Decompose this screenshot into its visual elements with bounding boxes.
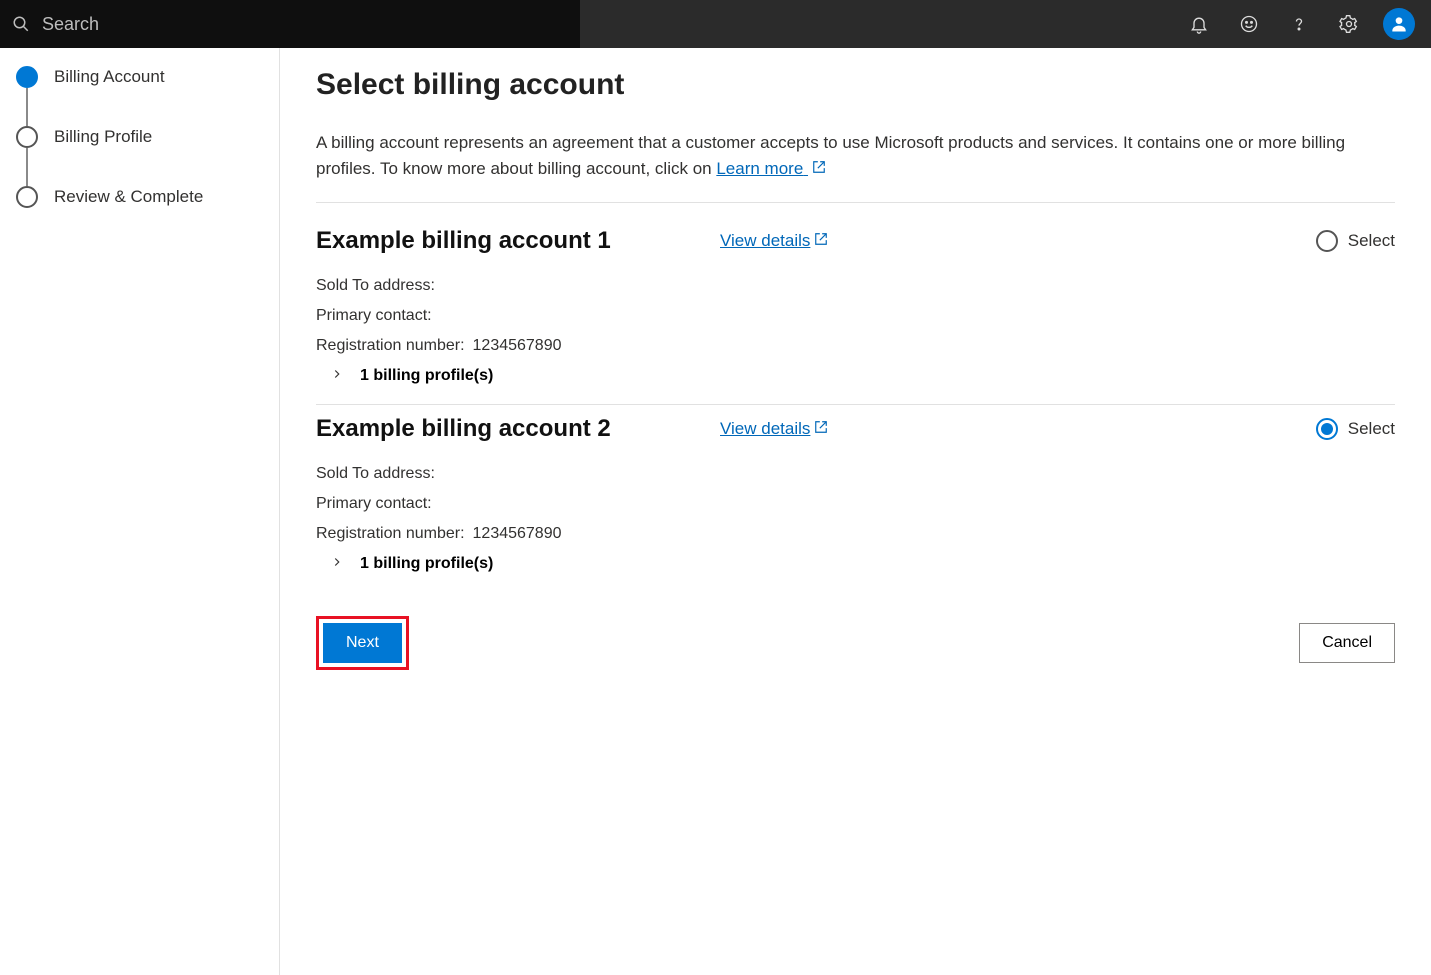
search-input[interactable] xyxy=(30,4,580,45)
view-details-text: View details xyxy=(720,419,810,439)
primary-contact-row: Primary contact: xyxy=(316,307,1395,325)
page-title: Select billing account xyxy=(316,68,1395,102)
sold-to-row: Sold To address: xyxy=(316,277,1395,295)
billing-profiles-text: 1 billing profile(s) xyxy=(360,367,493,385)
wizard-footer: Next Cancel xyxy=(316,616,1395,670)
wizard-sidebar: Billing Account Billing Profile Review &… xyxy=(0,48,280,975)
step-label: Billing Profile xyxy=(54,127,152,147)
step-billing-profile[interactable]: Billing Profile xyxy=(16,126,263,186)
account-header: Example billing account 2 View details S… xyxy=(316,415,1395,443)
external-link-icon xyxy=(814,231,828,251)
help-icon[interactable] xyxy=(1275,0,1323,48)
select-label: Select xyxy=(1348,231,1395,251)
chevron-right-icon xyxy=(330,367,344,386)
primary-contact-row: Primary contact: xyxy=(316,495,1395,513)
feedback-icon[interactable] xyxy=(1225,0,1273,48)
chevron-right-icon xyxy=(330,555,344,574)
notifications-icon[interactable] xyxy=(1175,0,1223,48)
step-circle-icon xyxy=(16,126,38,148)
step-circle-icon xyxy=(16,186,38,208)
learn-more-text: Learn more xyxy=(716,159,803,178)
external-link-icon xyxy=(814,419,828,439)
cancel-button[interactable]: Cancel xyxy=(1299,623,1395,663)
description-text: A billing account represents an agreemen… xyxy=(316,133,1345,178)
radio-icon xyxy=(1316,230,1338,252)
search-icon xyxy=(12,15,30,33)
sold-to-row: Sold To address: xyxy=(316,465,1395,483)
sold-to-label: Sold To address: xyxy=(316,465,435,483)
next-button[interactable]: Next xyxy=(323,623,402,663)
step-label: Billing Account xyxy=(54,67,165,87)
learn-more-link[interactable]: Learn more xyxy=(716,159,826,178)
top-bar xyxy=(0,0,1431,48)
step-circle-icon xyxy=(16,66,38,88)
select-radio[interactable]: Select xyxy=(1316,230,1395,252)
billing-profiles-toggle[interactable]: 1 billing profile(s) xyxy=(316,367,1395,386)
registration-row: Registration number: 1234567890 xyxy=(316,337,1395,355)
view-details-link[interactable]: View details xyxy=(720,419,828,439)
search-wrap xyxy=(0,0,580,48)
radio-icon xyxy=(1316,418,1338,440)
registration-label: Registration number: xyxy=(316,337,465,355)
account-name: Example billing account 1 xyxy=(316,227,696,255)
billing-account-item: Example billing account 2 View details S… xyxy=(316,405,1395,592)
billing-profiles-text: 1 billing profile(s) xyxy=(360,555,493,573)
view-details-text: View details xyxy=(720,231,810,251)
registration-row: Registration number: 1234567890 xyxy=(316,525,1395,543)
topbar-icons xyxy=(1175,0,1423,48)
content: Billing Account Billing Profile Review &… xyxy=(0,48,1431,975)
account-name: Example billing account 2 xyxy=(316,415,696,443)
highlight-annotation: Next xyxy=(316,616,409,670)
registration-value: 1234567890 xyxy=(473,337,562,355)
account-header: Example billing account 1 View details S… xyxy=(316,227,1395,255)
step-label: Review & Complete xyxy=(54,187,203,207)
step-connector-line xyxy=(26,148,28,186)
registration-value: 1234567890 xyxy=(473,525,562,543)
page-description: A billing account represents an agreemen… xyxy=(316,130,1395,203)
select-label: Select xyxy=(1348,419,1395,439)
step-billing-account[interactable]: Billing Account xyxy=(16,66,263,126)
external-link-icon xyxy=(812,159,826,178)
wizard-steps: Billing Account Billing Profile Review &… xyxy=(16,66,263,208)
account-avatar[interactable] xyxy=(1375,0,1423,48)
primary-contact-label: Primary contact: xyxy=(316,495,432,513)
step-review-complete[interactable]: Review & Complete xyxy=(16,186,263,208)
registration-label: Registration number: xyxy=(316,525,465,543)
billing-profiles-toggle[interactable]: 1 billing profile(s) xyxy=(316,555,1395,574)
settings-icon[interactable] xyxy=(1325,0,1373,48)
main-panel: Select billing account A billing account… xyxy=(280,48,1431,975)
select-radio[interactable]: Select xyxy=(1316,418,1395,440)
billing-account-item: Example billing account 1 View details S… xyxy=(316,217,1395,405)
view-details-link[interactable]: View details xyxy=(720,231,828,251)
step-connector-line xyxy=(26,88,28,126)
primary-contact-label: Primary contact: xyxy=(316,307,432,325)
sold-to-label: Sold To address: xyxy=(316,277,435,295)
